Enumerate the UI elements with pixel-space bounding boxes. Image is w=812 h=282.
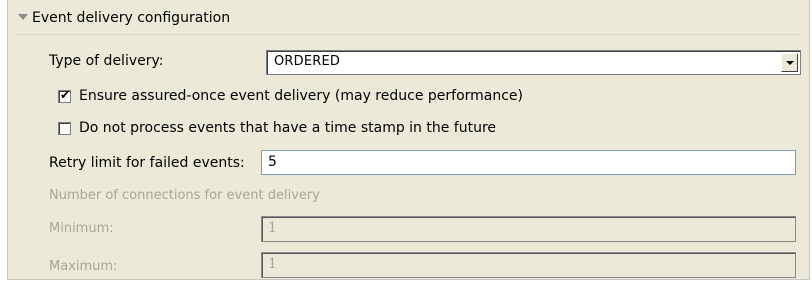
assured-once-option[interactable]: ✔ Ensure assured-once event delivery (ma… [58,88,523,104]
dropdown-button[interactable] [781,53,798,72]
delivery-type-value: ORDERED [274,54,341,69]
maximum-connections-input[interactable]: 1 [261,252,796,278]
future-timestamp-label[interactable]: Do not process events that have a time s… [79,120,496,136]
future-timestamp-checkbox[interactable] [58,121,71,135]
connections-heading: Number of connections for event delivery [49,188,320,203]
future-timestamp-option[interactable]: Do not process events that have a time s… [58,120,496,136]
assured-once-checkbox[interactable]: ✔ [58,87,71,103]
event-delivery-panel: Event delivery configuration Type of del… [7,0,810,280]
chevron-down-icon [786,61,794,65]
delivery-type-label: Type of delivery: [49,53,164,69]
minimum-label: Minimum: [49,221,114,236]
section-title[interactable]: Event delivery configuration [32,10,230,26]
minimum-connections-input[interactable]: 1 [261,216,796,242]
delivery-type-select[interactable]: ORDERED [266,50,801,75]
checkmark-icon: ✔ [60,87,71,102]
assured-once-label[interactable]: Ensure assured-once event delivery (may … [79,88,523,104]
maximum-label: Maximum: [49,259,118,274]
collapse-twisty-icon[interactable] [18,14,28,20]
retry-limit-input[interactable]: 5 [261,150,796,175]
section-divider [16,34,801,35]
retry-limit-label: Retry limit for failed events: [49,155,245,171]
